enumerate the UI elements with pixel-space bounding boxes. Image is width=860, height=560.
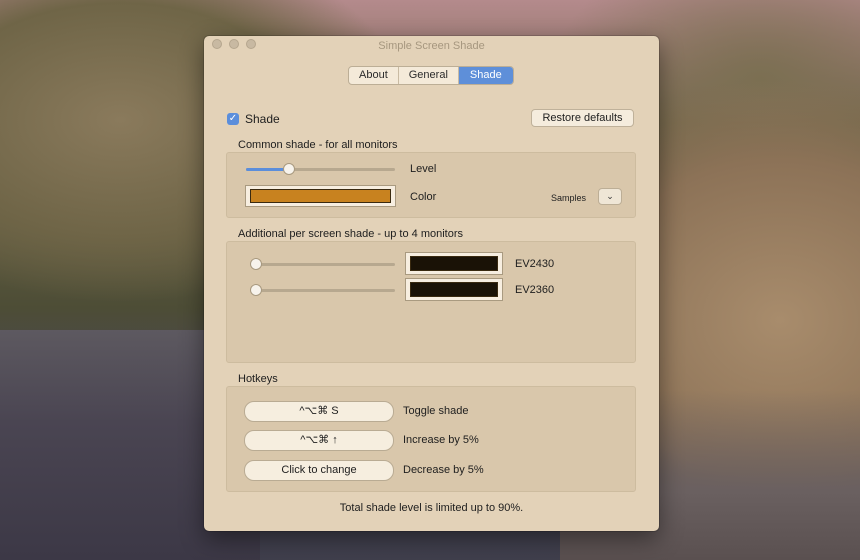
tab-shade[interactable]: Shade	[458, 67, 513, 84]
per-screen-panel: EV2430 EV2360	[226, 241, 636, 363]
window-title: Simple Screen Shade	[378, 40, 485, 52]
ev2430-label: EV2430	[515, 258, 555, 270]
common-color-well[interactable]	[245, 185, 396, 207]
common-color-swatch	[250, 189, 391, 203]
ev2360-slider[interactable]	[250, 284, 395, 296]
tab-general[interactable]: General	[399, 67, 459, 84]
tab-bar: About General Shade	[348, 66, 514, 85]
ev2430-color-well[interactable]	[405, 252, 503, 275]
title-bar[interactable]: Simple Screen Shade	[204, 36, 659, 52]
common-shade-title: Common shade - for all monitors	[238, 139, 398, 151]
level-slider[interactable]	[246, 163, 395, 175]
common-shade-panel: Level Color Samples ⌄	[226, 152, 636, 218]
toggle-shade-label: Toggle shade	[403, 405, 469, 417]
toggle-shade-hotkey-button[interactable]: ^⌥⌘ S	[244, 401, 394, 422]
hotkeys-title: Hotkeys	[238, 373, 278, 385]
chevron-down-icon: ⌄	[606, 191, 614, 201]
ev2430-slider-knob[interactable]	[250, 258, 262, 270]
shade-checkbox[interactable]: ✓ Shade	[227, 112, 280, 126]
ev2360-label: EV2360	[515, 284, 555, 296]
increase-hotkey-button[interactable]: ^⌥⌘ ↑	[244, 430, 394, 451]
zoom-window-icon[interactable]	[246, 39, 256, 49]
decrease-label: Decrease by 5%	[403, 464, 484, 476]
increase-label: Increase by 5%	[403, 434, 479, 446]
level-slider-knob[interactable]	[282, 163, 295, 175]
restore-defaults-button[interactable]: Restore defaults	[531, 109, 634, 127]
ev2430-slider[interactable]	[250, 258, 395, 270]
per-screen-title: Additional per screen shade - up to 4 mo…	[238, 228, 464, 240]
minimize-window-icon[interactable]	[229, 39, 239, 49]
ev2360-slider-knob[interactable]	[250, 284, 262, 296]
footer-note: Total shade level is limited up to 90%.	[339, 502, 524, 514]
close-window-icon[interactable]	[212, 39, 222, 49]
level-label: Level	[410, 163, 437, 175]
tab-about[interactable]: About	[349, 67, 399, 84]
color-label: Color	[410, 191, 437, 203]
decrease-hotkey-button[interactable]: Click to change	[244, 460, 394, 481]
ev2360-color-well[interactable]	[405, 278, 503, 301]
preferences-window: Simple Screen Shade About General Shade …	[204, 36, 659, 531]
ev2360-color-swatch	[410, 282, 498, 297]
checkmark-icon[interactable]: ✓	[227, 113, 239, 125]
samples-label: Samples	[551, 193, 587, 203]
shade-checkbox-label: Shade	[245, 112, 280, 126]
samples-dropdown[interactable]: ⌄	[598, 188, 622, 205]
ev2430-color-swatch	[410, 256, 498, 271]
